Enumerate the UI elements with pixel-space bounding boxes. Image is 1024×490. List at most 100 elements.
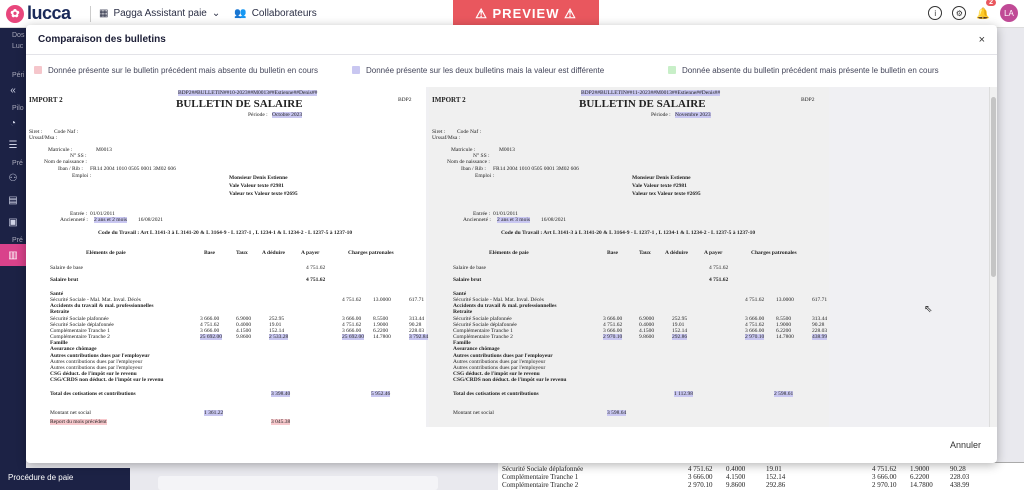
table-cell: 9.8600 [726, 481, 746, 489]
document-icon[interactable]: ▣ [0, 211, 26, 233]
pay-value: 4 751.62 [306, 277, 326, 283]
legend-label: Donnée absente du bulletin précédent mai… [682, 65, 939, 75]
pay-line-label: Salaire de base [453, 265, 486, 271]
table-row: Complémentaire Tranche 1 3 666.00 4.1500 15… [498, 471, 1024, 481]
payslip-ref: BDP2##BULLETIN##11-2023##M0013##Estienne… [581, 90, 721, 96]
emploi-label: Emploi : [72, 173, 92, 179]
table-cell: 14.7800 [910, 481, 933, 489]
legend-label: Donnée présente sur le bulletin précéden… [48, 65, 318, 75]
col-header: A payer [704, 250, 723, 256]
notifications-button[interactable]: 🔔 2 [976, 0, 996, 22]
anciennete-date: 16/08/2021 [138, 217, 164, 223]
naissance-label: Nom de naissance : [44, 159, 87, 165]
table-cell: Complémentaire Tranche 1 [502, 473, 579, 481]
payslip-comparison-area[interactable]: IMPORT 2 BDP2##BULLETIN##10-2023##M0013##… [26, 87, 997, 427]
legend-label: Donnée présente sur les deux bulletins m… [366, 65, 605, 75]
pay-value: 13.0000 [373, 297, 391, 303]
matricule-value: M0013 [96, 147, 112, 153]
top-bar: ✿ lucca ▦ Pagga Assistant paie ⌄ 👥 Colla… [0, 0, 1024, 28]
urssaf-label: Urssaf/Msa : [432, 135, 461, 141]
calendar-icon[interactable]: ▤ [0, 189, 26, 211]
iban-value: FR14 2004 1010 0505 0001 3M02 606 [90, 166, 176, 172]
close-icon[interactable]: × [979, 34, 985, 46]
pay-value: 4 751.62 [306, 265, 326, 271]
users-icon[interactable]: ⚇ [0, 167, 26, 189]
dashboard-icon[interactable]: ◔ [0, 112, 26, 134]
col-header: Base [204, 250, 215, 256]
sidebar-label: Pré [12, 160, 23, 167]
pay-value: 3 792.84 [409, 334, 429, 340]
payslip-code: BDP2 [398, 97, 412, 103]
lucca-logo-icon: ✿ [6, 4, 24, 23]
table-cell: 4 751.62 [872, 465, 897, 473]
pay-line-label: Assurance chômage [50, 346, 97, 352]
modal-title: Comparaison des bulletins [38, 34, 166, 45]
pay-line-label: CSG/CRDS non déduct. de l'impôt sur le r… [453, 377, 567, 383]
comparison-modal: Comparaison des bulletins × Donnée prése… [26, 25, 997, 463]
total-label: Total des cotisations et contributions [453, 391, 539, 397]
table-cell: 2 970.10 [872, 481, 897, 489]
total-value: 1 112.98 [674, 391, 694, 397]
chevron-down-icon: ⌄ [211, 8, 221, 19]
grid-icon: ▦ [99, 8, 109, 19]
payslip-icon[interactable]: ▥ [0, 244, 26, 266]
report-value: 3 045.38 [271, 419, 291, 425]
app-switcher[interactable]: ▦ Pagga Assistant paie ⌄ [99, 8, 220, 19]
mouse-cursor-icon: ⇖ [924, 304, 933, 315]
address-line: Valeur tex Valeur texte #2695 [229, 191, 298, 197]
bell-icon: 🔔 [976, 8, 990, 20]
naf-label: Code Naf : [457, 129, 482, 135]
sidebar-label: Péri [12, 72, 25, 79]
anciennete-value: 2 ans et 3 mois [497, 217, 530, 223]
table-cell: 4.1500 [726, 473, 746, 481]
scrollbar-thumb[interactable] [991, 97, 996, 277]
naissance-label: Nom de naissance : [447, 159, 490, 165]
pay-value: 4 751.62 [745, 297, 765, 303]
collaborateurs-link[interactable]: 👥 Collaborateurs [234, 8, 317, 19]
pay-value: 4 751.62 [342, 297, 362, 303]
table-cell: 19.01 [766, 465, 782, 473]
list-icon[interactable]: ☰ [0, 134, 26, 156]
legend-item-absent: Donnée présente sur le bulletin précéden… [34, 66, 352, 75]
gear-icon[interactable]: ⚙ [952, 6, 967, 20]
payslip-code: BDP2 [801, 97, 815, 103]
payslip-title: BULLETIN DE SALAIRE [579, 98, 706, 110]
avatar[interactable]: LA [1000, 4, 1018, 22]
col-header: Charges patronales [348, 250, 394, 256]
pay-value: 13.0000 [776, 297, 794, 303]
iban-value: FR14 2004 1010 0505 0001 3M02 606 [493, 166, 579, 172]
collapse-icon[interactable]: « [0, 79, 26, 101]
scrollbar[interactable] [989, 87, 997, 427]
import-label: IMPORT 2 [29, 96, 63, 104]
period-value: Octobre 2023 [272, 112, 303, 118]
legend-item-new: Donnée absente du bulletin précédent mai… [668, 66, 939, 75]
brand-logo[interactable]: ✿ lucca [6, 3, 74, 24]
table-cell: 3 666.00 [688, 473, 713, 481]
pay-value: 9.8600 [639, 334, 655, 340]
pay-value: 617.71 [409, 297, 425, 303]
table-cell: 2 970.10 [688, 481, 713, 489]
brand-name: lucca [27, 3, 71, 23]
total-patr-value: 2 598.61 [774, 391, 794, 397]
matricule-value: M0013 [499, 147, 515, 153]
col-header: Eléments de paie [86, 250, 126, 256]
collab-label: Collaborateurs [251, 8, 317, 19]
table-row: Complémentaire Tranche 2 2 970.10 9.8600 29… [498, 479, 1024, 489]
pay-line-label: Salaire brut [50, 277, 79, 283]
payslip-ref: BDP2##BULLETIN##10-2023##M0013##Estienne… [178, 90, 318, 96]
legend-swatch [34, 66, 42, 74]
people-icon: 👥 [234, 8, 247, 19]
help-icon[interactable]: i [928, 6, 943, 20]
anciennete-label: Ancienneté : [463, 217, 491, 223]
pay-value: 14.7800 [373, 334, 391, 340]
background-table: Sécurité Sociale déplafonnée 4 751.62 0.40… [498, 462, 1024, 490]
urssaf-label: Urssaf/Msa : [29, 135, 58, 141]
iban-label: Iban / Rib : [461, 166, 486, 172]
employee-name: Monsieur Denis Estienne [229, 175, 288, 181]
import-label: IMPORT 2 [432, 96, 466, 104]
cancel-button[interactable]: Annuler [950, 440, 981, 450]
procedure-link[interactable]: Procédure de paie [0, 468, 130, 490]
anciennete-date: 16/08/2021 [541, 217, 567, 223]
table-cell: 90.28 [950, 465, 966, 473]
pay-value: 4 751.62 [709, 277, 729, 283]
